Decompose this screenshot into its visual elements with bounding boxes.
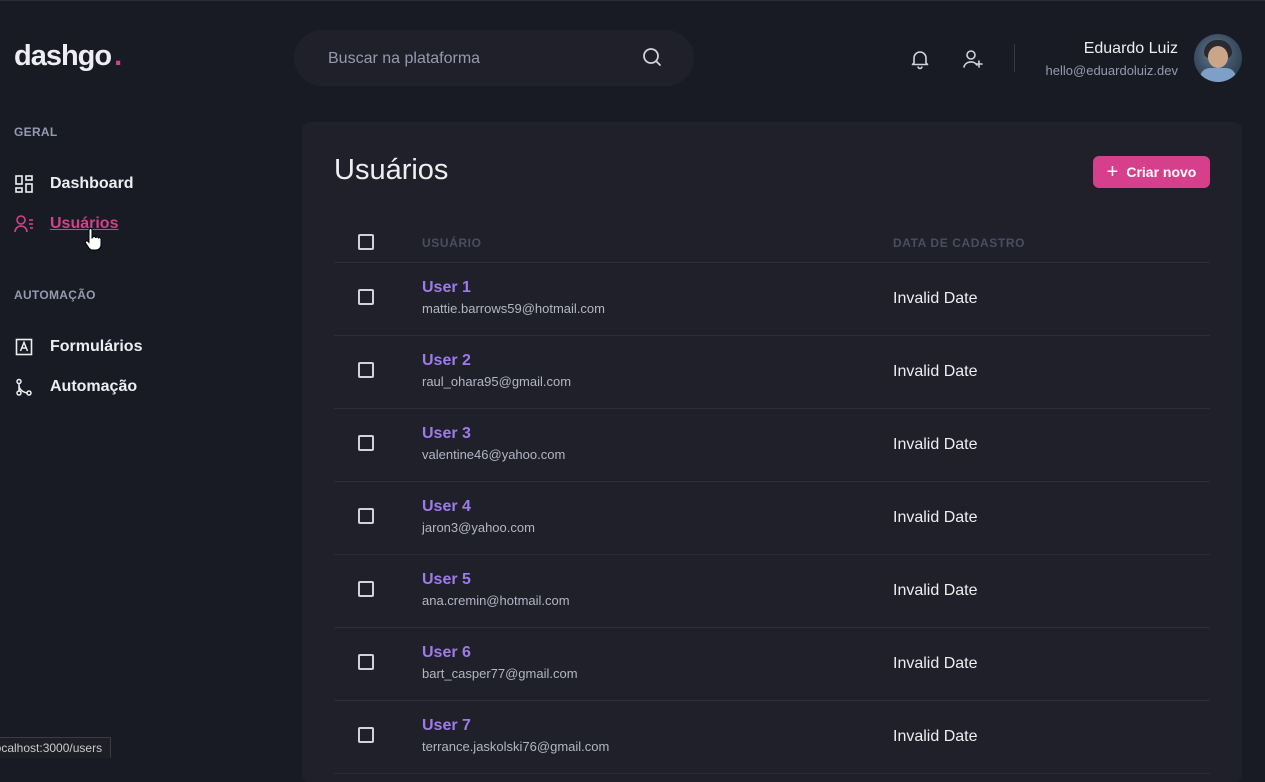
row-checkbox[interactable] [358,654,374,670]
table-divider [334,335,1210,336]
user-created-date: Invalid Date [893,582,978,599]
notification-bell-icon[interactable] [909,48,931,70]
sidebar-item-automacao[interactable]: Automação [14,375,137,399]
user-email: ana.cremin@hotmail.com [422,593,570,608]
forms-icon [14,337,34,357]
user-email: bart_casper77@gmail.com [422,666,578,681]
plus-icon: + [1106,161,1119,183]
column-header-date: DATA DE CADASTRO [893,236,1026,250]
user-name-link[interactable]: User 1 [422,279,471,297]
table-divider [334,627,1210,628]
user-created-date: Invalid Date [893,655,978,672]
search-icon[interactable] [641,46,663,68]
table-divider [334,700,1210,701]
sidebar-section-title-geral: GERAL [14,125,58,139]
add-user-icon[interactable] [962,48,984,70]
sidebar-item-formularios[interactable]: Formulários [14,335,142,359]
table-divider [334,554,1210,555]
sidebar-item-label: Dashboard [50,175,134,192]
user-email: terrance.jaskolski76@gmail.com [422,739,610,754]
sidebar-item-dashboard[interactable]: Dashboard [14,172,134,196]
user-created-date: Invalid Date [893,728,978,745]
user-created-date: Invalid Date [893,509,978,526]
user-name-link[interactable]: User 5 [422,571,471,589]
user-created-date: Invalid Date [893,363,978,380]
avatar[interactable] [1194,34,1242,82]
user-email: valentine46@yahoo.com [422,447,566,462]
logo-dot: . [114,40,122,72]
row-checkbox[interactable] [358,435,374,451]
user-email: raul_ohara95@gmail.com [422,374,572,389]
sidebar-section-title-automacao: AUTOMAÇÃO [14,288,96,302]
row-checkbox[interactable] [358,727,374,743]
column-header-user: USUÁRIO [422,236,482,250]
create-new-button[interactable]: + Criar novo [1093,156,1210,188]
create-new-label: Criar novo [1126,164,1197,180]
status-bar-url: localhost:3000/users [0,737,111,758]
users-icon [14,214,34,234]
header-divider [1014,44,1015,72]
logo-text: dashgo [14,40,112,72]
user-name-link[interactable]: User 2 [422,352,471,370]
row-checkbox[interactable] [358,581,374,597]
profile-name: Eduardo Luiz [1083,40,1178,57]
table-divider [334,262,1210,263]
table-divider [334,408,1210,409]
user-name-link[interactable]: User 4 [422,498,471,516]
dashboard-icon [14,174,34,194]
hand-cursor-icon [84,228,102,257]
table-divider [334,481,1210,482]
user-created-date: Invalid Date [893,436,978,453]
sidebar-item-label: Formulários [50,338,143,355]
table-divider [334,773,1210,774]
row-checkbox[interactable] [358,289,374,305]
window-top-border [0,0,1265,1]
row-checkbox[interactable] [358,508,374,524]
user-email: mattie.barrows59@hotmail.com [422,301,605,316]
sidebar-item-label: Automação [50,378,138,395]
profile-email: hello@eduardoluiz.dev [1045,63,1178,78]
user-email: jaron3@yahoo.com [422,520,535,535]
search-input[interactable] [326,47,630,71]
row-checkbox[interactable] [358,362,374,378]
user-name-link[interactable]: User 7 [422,717,471,735]
page-title: Usuários [334,154,449,186]
sidebar-item-usuarios[interactable]: Usuários [14,212,118,236]
user-name-link[interactable]: User 6 [422,644,471,662]
search-bar[interactable] [294,30,694,86]
git-merge-icon [14,377,34,397]
app-logo[interactable]: dashgo. [14,40,122,73]
user-name-link[interactable]: User 3 [422,425,471,443]
select-all-checkbox[interactable] [358,234,374,250]
user-created-date: Invalid Date [893,290,978,307]
